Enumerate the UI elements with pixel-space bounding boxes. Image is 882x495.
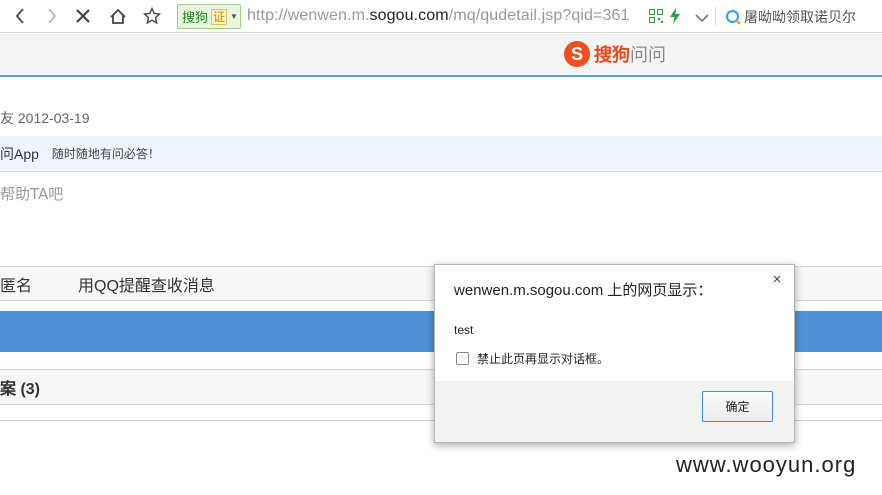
stop-icon[interactable] bbox=[71, 5, 95, 27]
site-header bbox=[0, 34, 882, 77]
anonymous-option[interactable]: 匿名 bbox=[0, 272, 32, 296]
browser-toolbar: 搜狗 证 ▼ http://wenwen.m.sogou.com/mq/qude… bbox=[0, 0, 882, 33]
logo-mark: S bbox=[564, 41, 590, 67]
qq-notify-option[interactable]: 用QQ提醒查收消息 bbox=[78, 272, 215, 296]
certificate-badge[interactable]: 搜狗 证 ▼ bbox=[177, 4, 241, 29]
toolbar-divider bbox=[715, 6, 716, 26]
ok-button[interactable]: 确定 bbox=[702, 391, 773, 422]
url-prefix: http://wenwen.m. bbox=[247, 7, 370, 24]
app-slogan: 随时随地有问必答！ bbox=[51, 147, 160, 161]
bookmark-star-icon[interactable] bbox=[140, 5, 164, 27]
checkbox-label: 禁止此页再显示对话框。 bbox=[477, 352, 610, 366]
cert-label: 搜狗 bbox=[182, 10, 209, 25]
logo-text: 搜狗问问 bbox=[594, 41, 666, 67]
close-icon[interactable]: × bbox=[769, 272, 785, 288]
search-text: 屠呦呦领取诺贝尔 bbox=[744, 9, 856, 25]
watermark: www.wooyun.org bbox=[676, 452, 857, 477]
search-engine-icon bbox=[725, 9, 741, 25]
url-domain: sogou.com bbox=[369, 7, 449, 24]
search-input[interactable]: 屠呦呦领取诺贝尔 bbox=[722, 5, 882, 29]
checkbox-box[interactable] bbox=[456, 352, 469, 365]
sogou-wenwen-logo[interactable]: S 搜狗问问 bbox=[564, 41, 666, 67]
chevron-down-icon: ▼ bbox=[230, 12, 238, 21]
answer-textarea-placeholder[interactable]: 帮助TA吧 bbox=[0, 183, 63, 204]
forward-icon[interactable] bbox=[40, 5, 64, 27]
address-bar[interactable]: http://wenwen.m.sogou.com/mq/qudetail.js… bbox=[247, 7, 629, 25]
home-icon[interactable] bbox=[106, 5, 130, 27]
question-date: 友 2012-03-19 bbox=[0, 110, 90, 126]
url-suffix: /mq/qudetail.jsp?qid=361 bbox=[448, 7, 630, 24]
app-name: 问App bbox=[0, 145, 39, 162]
dropdown-icon[interactable] bbox=[695, 10, 709, 28]
dialog-message: test bbox=[454, 323, 474, 337]
alert-dialog: wenwen.m.sogou.com 上的网页显示： × test 禁止此页再显… bbox=[434, 264, 795, 443]
cert-verified-icon: 证 bbox=[211, 8, 228, 25]
app-promo-bar[interactable]: 问App 随时随地有问必答！ bbox=[0, 136, 882, 172]
lightning-icon[interactable] bbox=[669, 8, 681, 24]
address-bar-actions bbox=[647, 6, 691, 28]
qr-code-icon[interactable] bbox=[649, 9, 663, 23]
logo-wen: 问问 bbox=[630, 45, 666, 65]
logo-sou: 搜狗 bbox=[594, 45, 630, 65]
dialog-title: wenwen.m.sogou.com 上的网页显示： bbox=[454, 282, 713, 299]
back-icon[interactable] bbox=[8, 5, 32, 27]
suppress-dialogs-checkbox[interactable]: 禁止此页再显示对话框。 bbox=[456, 350, 609, 367]
answers-count: 案 (3) bbox=[0, 381, 41, 398]
